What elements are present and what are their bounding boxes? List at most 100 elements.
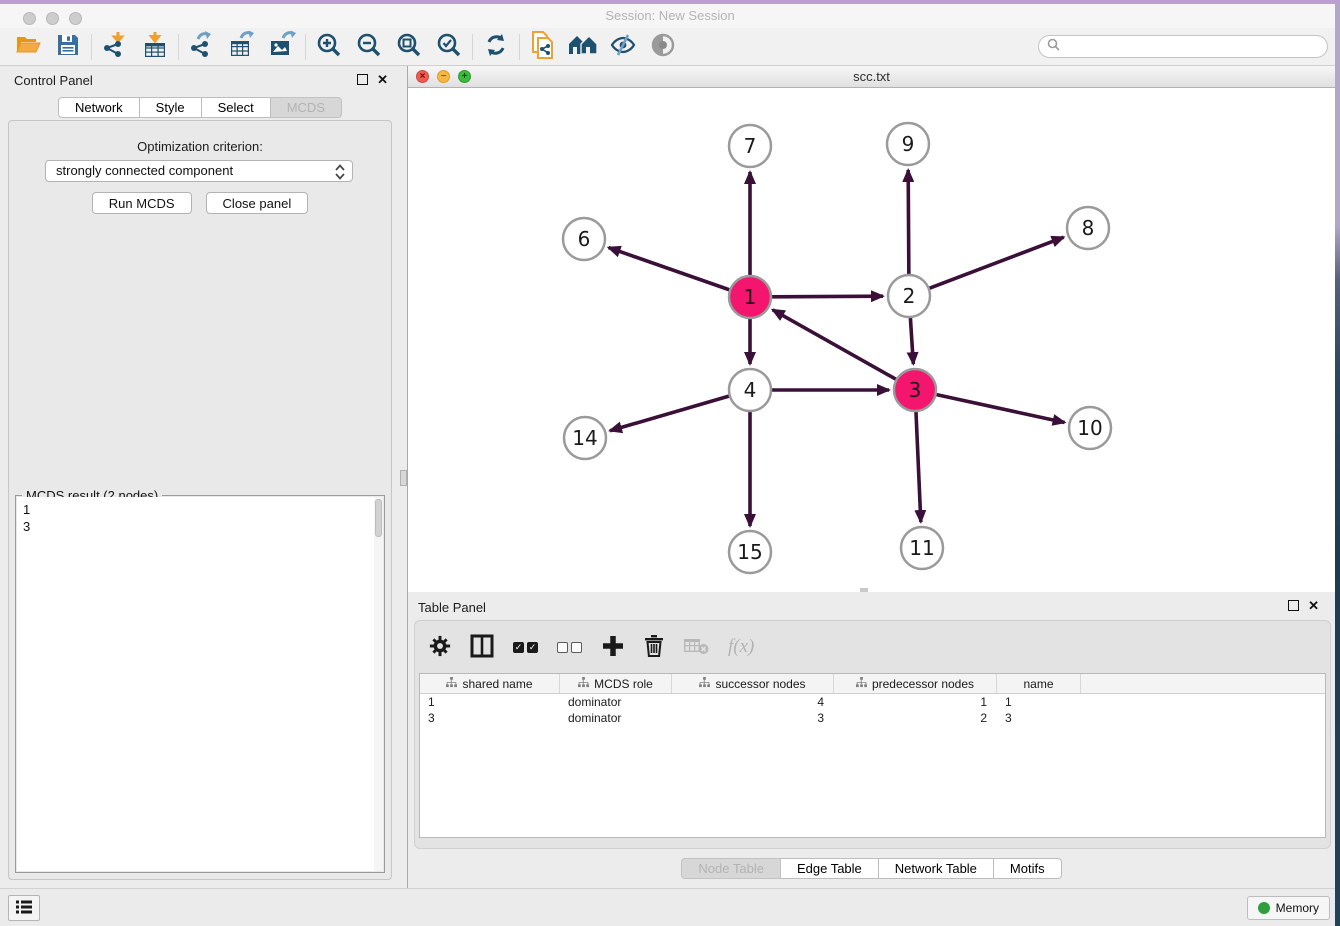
- graph-edge-3-10[interactable]: [936, 395, 1064, 423]
- search-input[interactable]: [1065, 40, 1327, 54]
- tab-mcds[interactable]: MCDS: [271, 97, 342, 118]
- table-cell: 3: [672, 710, 834, 726]
- column-header-MCDS-role[interactable]: MCDS role: [560, 674, 672, 693]
- save-session-button[interactable]: [48, 31, 88, 63]
- apply-layout-button[interactable]: [476, 31, 516, 63]
- graph-node-label: 14: [572, 426, 597, 450]
- graph-edge-3-11[interactable]: [916, 412, 921, 522]
- panel-divider-handle[interactable]: [400, 470, 407, 486]
- run-mcds-button[interactable]: Run MCDS: [92, 192, 192, 214]
- graph-node-label: 4: [744, 378, 757, 402]
- float-table-panel-icon[interactable]: [1288, 600, 1299, 611]
- network-graph[interactable]: 7968124314101511: [408, 88, 1335, 592]
- eye-icon: [649, 33, 677, 60]
- zoom-selected-button[interactable]: [429, 31, 469, 63]
- window-title: Session: New Session: [0, 8, 1340, 23]
- add-row-button[interactable]: [601, 634, 625, 661]
- mcds-result-textarea[interactable]: 1 3: [17, 497, 383, 871]
- app-titlebar: Session: New Session: [0, 4, 1340, 28]
- open-folder-icon: [14, 32, 42, 61]
- table-row[interactable]: 1dominator411: [420, 694, 1325, 710]
- graph-edge-3-1[interactable]: [773, 310, 896, 379]
- table-header-row: shared name MCDS rolesuccessor nodesprede…: [420, 674, 1325, 694]
- table-container: ✓✓ f(x) shared name MCDS rolesuccessor no…: [414, 620, 1331, 849]
- column-type-icon: [446, 677, 457, 691]
- tab-select[interactable]: Select: [202, 97, 271, 118]
- open-session-button[interactable]: [8, 31, 48, 63]
- dropdown-stepper-icon: [334, 163, 346, 179]
- zoom-fit-icon: [396, 32, 422, 61]
- deselect-all-columns-button[interactable]: [557, 642, 582, 653]
- graph-edge-1-6[interactable]: [609, 248, 730, 290]
- hide-graphics-details-button[interactable]: [603, 31, 643, 63]
- toolbar-separator: [178, 34, 179, 60]
- gear-icon: [429, 635, 451, 660]
- close-panel-icon[interactable]: ✕: [377, 72, 388, 88]
- tab-motifs[interactable]: Motifs: [994, 858, 1062, 879]
- graph-edge-4-14[interactable]: [610, 396, 729, 431]
- delete-table-button[interactable]: [683, 637, 709, 658]
- zoom-in-button[interactable]: [309, 31, 349, 63]
- show-columns-button[interactable]: [470, 634, 494, 661]
- graph-node-label: 15: [737, 540, 762, 564]
- function-builder-button[interactable]: f(x): [728, 636, 754, 658]
- close-table-panel-icon[interactable]: ✕: [1308, 598, 1319, 614]
- column-header-predecessor-nodes[interactable]: predecessor nodes: [834, 674, 997, 693]
- tab-edge-table[interactable]: Edge Table: [781, 858, 879, 879]
- zoom-out-button[interactable]: [349, 31, 389, 63]
- graph-node-label: 9: [902, 132, 915, 156]
- column-header-name[interactable]: name: [997, 674, 1081, 693]
- columns-icon: [470, 634, 494, 661]
- clone-network-icon: [530, 31, 556, 62]
- toolbar-separator: [519, 34, 520, 60]
- graph-node-label: 1: [744, 285, 757, 309]
- float-panel-icon[interactable]: [357, 74, 368, 85]
- column-header-label: shared name: [462, 677, 532, 691]
- result-scrollbar-thumb[interactable]: [375, 499, 382, 537]
- graph-edge-2-3[interactable]: [910, 318, 913, 364]
- delete-row-button[interactable]: [644, 634, 664, 660]
- control-panel-title: Control Panel: [14, 73, 93, 88]
- export-network-button[interactable]: [182, 31, 222, 63]
- result-scrollbar[interactable]: [374, 497, 383, 871]
- table-settings-button[interactable]: [429, 635, 451, 660]
- search-field[interactable]: [1038, 35, 1328, 58]
- graph-node-label: 11: [909, 536, 934, 560]
- task-history-button[interactable]: [8, 895, 40, 921]
- tab-node-table[interactable]: Node Table: [681, 858, 781, 879]
- memory-button[interactable]: Memory: [1247, 896, 1330, 920]
- network-window-titlebar[interactable]: × − + scc.txt: [408, 66, 1335, 88]
- select-all-columns-button[interactable]: ✓✓: [513, 642, 538, 653]
- table-row[interactable]: 3dominator323: [420, 710, 1325, 726]
- table-toolbar: ✓✓ f(x): [429, 627, 754, 667]
- graph-node-label: 8: [1082, 216, 1095, 240]
- export-image-icon: [268, 31, 296, 62]
- export-image-button[interactable]: [262, 31, 302, 63]
- node-table[interactable]: shared name MCDS rolesuccessor nodesprede…: [419, 673, 1326, 838]
- search-icon: [1047, 38, 1060, 56]
- network-canvas[interactable]: 7968124314101511: [408, 88, 1335, 592]
- import-network-button[interactable]: [95, 31, 135, 63]
- column-header-shared-name[interactable]: shared name: [420, 674, 560, 693]
- graph-node-label: 10: [1077, 416, 1102, 440]
- show-graphics-details-button[interactable]: [643, 31, 683, 63]
- tab-style[interactable]: Style: [140, 97, 202, 118]
- zoom-fit-button[interactable]: [389, 31, 429, 63]
- column-header-successor-nodes[interactable]: successor nodes: [672, 674, 834, 693]
- table-cell: 1: [834, 694, 997, 710]
- graph-node-label: 6: [578, 227, 591, 251]
- export-table-button[interactable]: [222, 31, 262, 63]
- delete-table-icon: [683, 637, 709, 658]
- first-neighbors-button[interactable]: [563, 31, 603, 63]
- tab-network-table[interactable]: Network Table: [879, 858, 994, 879]
- export-network-icon: [188, 31, 216, 62]
- clone-network-button[interactable]: [523, 31, 563, 63]
- criterion-value: strongly connected component: [56, 163, 233, 178]
- close-panel-button[interactable]: Close panel: [206, 192, 309, 214]
- graph-edge-1-2[interactable]: [772, 296, 883, 297]
- import-table-button[interactable]: [135, 31, 175, 63]
- graph-edge-2-8[interactable]: [930, 237, 1064, 288]
- tab-network[interactable]: Network: [58, 97, 140, 118]
- criterion-dropdown[interactable]: strongly connected component: [45, 160, 353, 182]
- graph-edge-2-9[interactable]: [908, 170, 909, 274]
